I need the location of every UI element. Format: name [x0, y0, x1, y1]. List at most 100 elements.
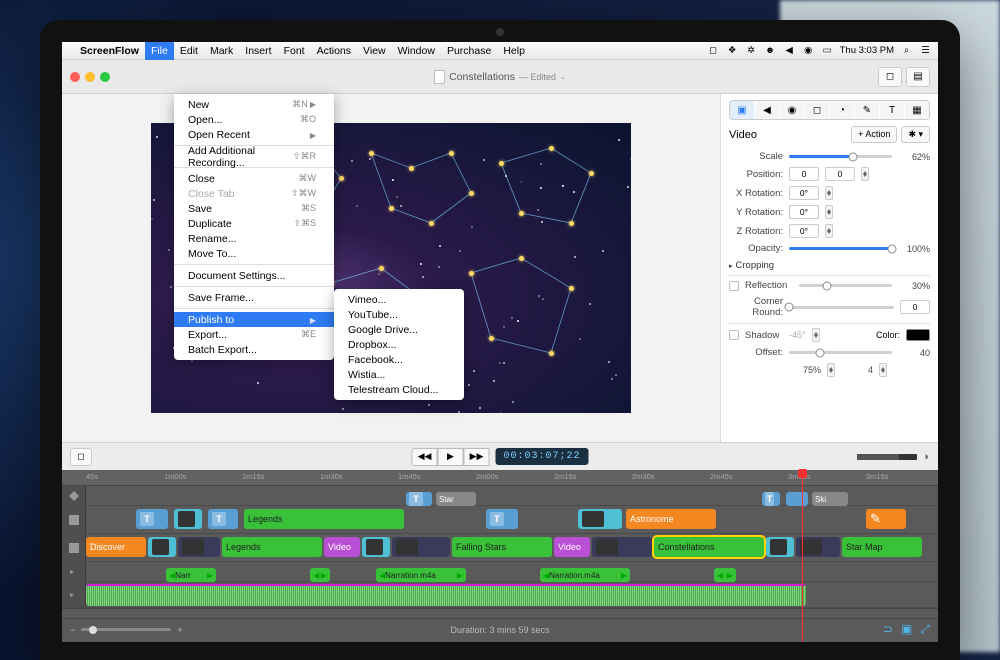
clip[interactable]: ◀ Narration.m4a ▶: [376, 568, 466, 582]
track5-head[interactable]: [62, 582, 86, 607]
publish-wistia-[interactable]: Wistia...: [334, 367, 464, 382]
corner-round-slider[interactable]: [789, 306, 894, 309]
file-menu-publish-to[interactable]: Publish to ▶: [174, 312, 334, 327]
zrot-input[interactable]: 0°: [789, 224, 819, 238]
clip[interactable]: [578, 509, 622, 529]
xrot-input[interactable]: 0°: [789, 186, 819, 200]
clip[interactable]: [174, 509, 202, 529]
toolbar-square-button[interactable]: ◻: [878, 67, 902, 87]
tray-wifi-icon[interactable]: ◉: [802, 44, 815, 57]
crop-tool-button[interactable]: ◻: [70, 448, 92, 466]
xrot-stepper[interactable]: [825, 186, 833, 200]
play-button[interactable]: ▶: [437, 448, 463, 466]
inspector-tab-audio[interactable]: ◀: [755, 101, 779, 119]
clip[interactable]: Constellations: [654, 537, 764, 557]
menubar-window[interactable]: Window: [392, 42, 441, 60]
file-menu-duplicate[interactable]: Duplicate⇧⌘S: [174, 216, 334, 231]
clip[interactable]: Video: [324, 537, 360, 557]
clip[interactable]: [592, 537, 652, 557]
tray-bear-icon[interactable]: ☻: [764, 44, 777, 57]
clip[interactable]: ✎: [866, 509, 906, 529]
track1-head[interactable]: [62, 486, 86, 505]
file-menu-open-[interactable]: Open...⌘O: [174, 112, 334, 127]
scale-slider[interactable]: [789, 155, 892, 158]
publish-dropbox-[interactable]: Dropbox...: [334, 337, 464, 352]
rewind-button[interactable]: ◀◀: [411, 448, 437, 466]
publish-telestream-cloud-[interactable]: Telestream Cloud...: [334, 382, 464, 397]
clip[interactable]: [362, 537, 390, 557]
clip[interactable]: Ski: [812, 492, 848, 506]
inspector-tab-screen[interactable]: ◉: [780, 101, 804, 119]
clip[interactable]: [392, 537, 450, 557]
clip[interactable]: Legends: [222, 537, 322, 557]
shadow-angle-stepper[interactable]: [812, 328, 820, 342]
close-window-button[interactable]: [70, 72, 80, 82]
clip[interactable]: ◀ ▶: [714, 568, 736, 582]
playhead[interactable]: [802, 470, 803, 642]
expand-icon[interactable]: ⤢: [920, 622, 930, 637]
opacity2-stepper2[interactable]: [879, 363, 887, 377]
clip[interactable]: Star Map: [842, 537, 922, 557]
inspector-tab-annotate[interactable]: ✎: [855, 101, 879, 119]
clip[interactable]: T: [136, 509, 168, 529]
shadow-color-swatch[interactable]: [906, 329, 930, 341]
menubar-clock[interactable]: Thu 3:03 PM: [840, 45, 894, 56]
menubar-actions[interactable]: Actions: [311, 42, 357, 60]
clip[interactable]: Star: [436, 492, 476, 506]
menubar-insert[interactable]: Insert: [239, 42, 277, 60]
tray-battery-icon[interactable]: ▭: [821, 44, 834, 57]
clip[interactable]: T: [486, 509, 518, 529]
position-stepper[interactable]: [861, 167, 869, 181]
file-menu-move-to-[interactable]: Move To...: [174, 246, 334, 261]
tray-video-icon[interactable]: ◻: [707, 44, 720, 57]
inspector-tab-video[interactable]: ▣: [730, 101, 754, 119]
file-menu-close-tab[interactable]: Close Tab⇧⌘W: [174, 186, 334, 201]
add-action-button[interactable]: + Action: [851, 126, 897, 143]
menubar-edit[interactable]: Edit: [174, 42, 204, 60]
inspector-tab-callout[interactable]: ◻: [805, 101, 829, 119]
cropping-section[interactable]: Cropping: [736, 260, 775, 271]
minimize-window-button[interactable]: [85, 72, 95, 82]
magnet-icon[interactable]: ⊃: [883, 622, 893, 637]
inspector-tab-touch[interactable]: ◔: [830, 101, 854, 119]
file-menu-export-[interactable]: Export...⌘E: [174, 327, 334, 342]
opacity-slider[interactable]: [789, 247, 892, 250]
position-x-input[interactable]: 0: [789, 167, 819, 181]
clip[interactable]: ◀ Narr ▶: [166, 568, 216, 582]
audio-clip-music[interactable]: [86, 584, 806, 606]
clip[interactable]: [178, 537, 220, 557]
menubar-purchase[interactable]: Purchase: [441, 42, 497, 60]
inspector-tab-text[interactable]: T: [880, 101, 904, 119]
tray-screenshot-icon[interactable]: ✲: [745, 44, 758, 57]
inspector-tab-media[interactable]: ▦: [905, 101, 929, 119]
publish-google-drive-[interactable]: Google Drive...: [334, 322, 464, 337]
file-menu-batch-export-[interactable]: Batch Export...: [174, 342, 334, 357]
menubar-help[interactable]: Help: [497, 42, 531, 60]
shadow-checkbox[interactable]: [729, 330, 739, 340]
yrot-input[interactable]: 0°: [789, 205, 819, 219]
toolbar-layers-button[interactable]: ▤: [906, 67, 930, 87]
publish-youtube-[interactable]: YouTube...: [334, 307, 464, 322]
clip[interactable]: [786, 492, 808, 506]
clip[interactable]: Discover: [86, 537, 146, 557]
clip[interactable]: [148, 537, 176, 557]
clip[interactable]: Legends: [244, 509, 404, 529]
menubar-font[interactable]: Font: [278, 42, 311, 60]
clip[interactable]: T: [762, 492, 780, 506]
yrot-stepper[interactable]: [825, 205, 833, 219]
clip[interactable]: [766, 537, 794, 557]
corner-round-input[interactable]: 0: [900, 300, 930, 314]
menubar-view[interactable]: View: [357, 42, 392, 60]
clip[interactable]: Astronome: [626, 509, 716, 529]
publish-vimeo-[interactable]: Vimeo...: [334, 292, 464, 307]
clip[interactable]: ◀ ▶: [310, 568, 330, 582]
zoom-in-icon[interactable]: +: [177, 625, 182, 635]
file-menu-save[interactable]: Save⌘S: [174, 201, 334, 216]
document-proxy-icon[interactable]: [434, 70, 445, 84]
offset-slider[interactable]: [789, 351, 892, 354]
file-menu-open-recent[interactable]: Open Recent ▶: [174, 127, 334, 142]
headphone-icon[interactable]: ◗: [923, 451, 930, 463]
file-menu-save-frame-[interactable]: Save Frame...: [174, 290, 334, 305]
publish-facebook-[interactable]: Facebook...: [334, 352, 464, 367]
file-menu-document-settings-[interactable]: Document Settings...: [174, 268, 334, 283]
